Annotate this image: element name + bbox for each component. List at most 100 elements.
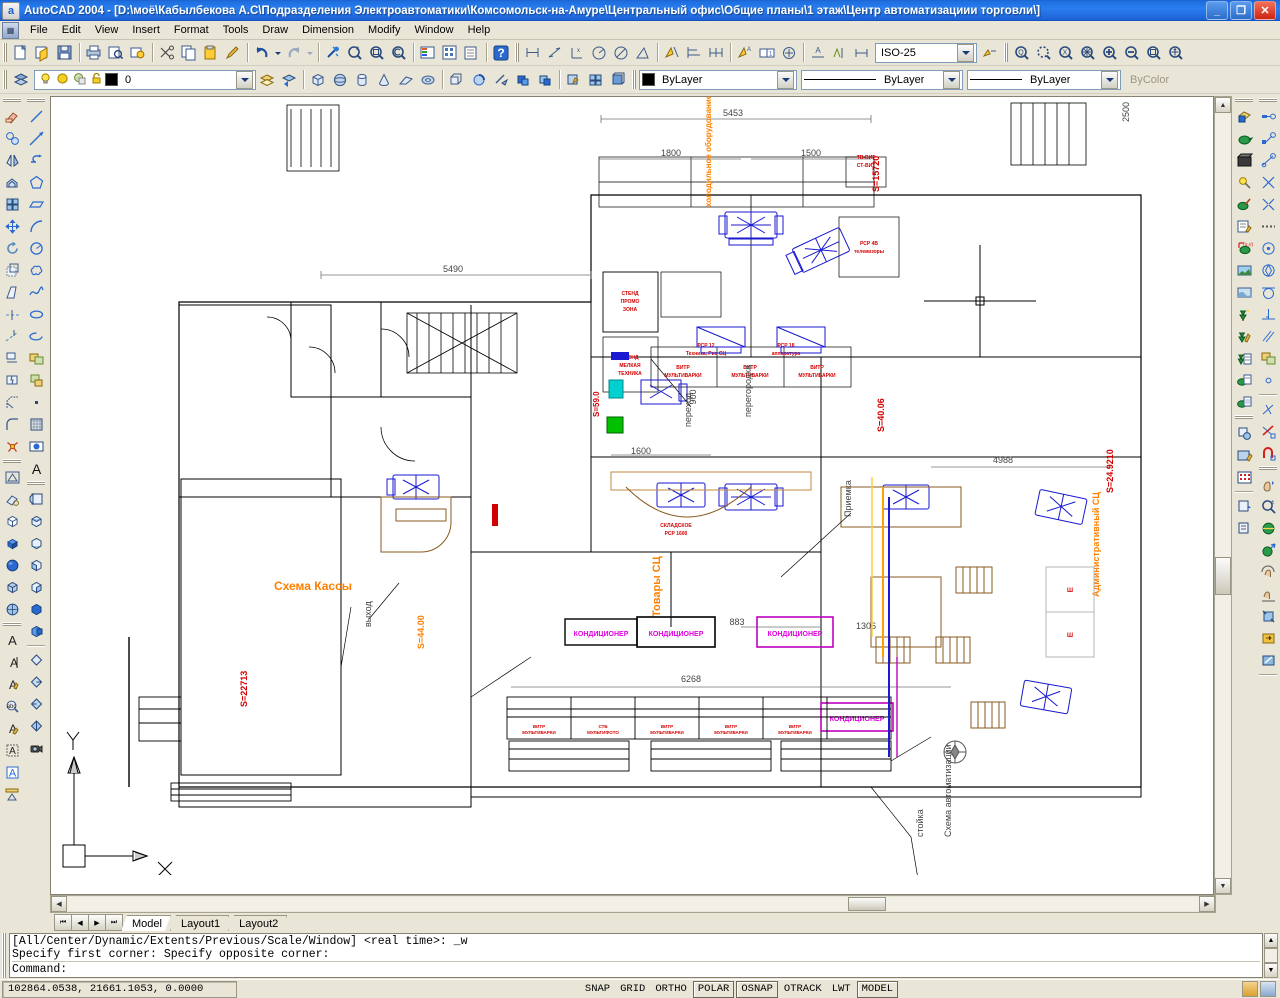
vertical-scroll-track[interactable] — [1215, 113, 1231, 878]
menu-draw[interactable]: Draw — [255, 23, 295, 37]
copy-object-button[interactable] — [1, 127, 23, 149]
diameter-dimension-button[interactable] — [610, 42, 632, 64]
lwt-toggle[interactable]: LWT — [828, 982, 855, 997]
revision-cloud-button[interactable] — [25, 259, 47, 281]
close-button[interactable]: ✕ — [1254, 1, 1276, 20]
cone-solid-button[interactable] — [373, 69, 395, 91]
ordinate-dimension-button[interactable]: x — [566, 42, 588, 64]
match-properties-button[interactable] — [222, 42, 244, 64]
layer-control-combo[interactable]: 0 — [34, 70, 256, 90]
offset-button[interactable] — [1, 171, 23, 193]
baseline-dimension-button[interactable] — [683, 42, 705, 64]
zoom-previous-button[interactable] — [388, 42, 410, 64]
new-button[interactable] — [10, 42, 32, 64]
zoom-dynamic-button[interactable] — [1033, 42, 1055, 64]
communication-center-icon[interactable] — [1242, 981, 1258, 997]
snap-tangent-button[interactable] — [1257, 281, 1279, 303]
zoom-window2-button[interactable]: Q — [1011, 42, 1033, 64]
find-replace-text-button[interactable]: abc — [1, 695, 23, 717]
make-block-button[interactable] — [25, 369, 47, 391]
layer-lock-icon[interactable] — [90, 72, 103, 88]
materials-button[interactable] — [1233, 193, 1255, 215]
zoom-extents-button[interactable] — [1165, 42, 1187, 64]
snap-intersection-button[interactable] — [1257, 171, 1279, 193]
rectangle-button[interactable] — [25, 193, 47, 215]
scale-button[interactable] — [1, 259, 23, 281]
snap-extension-button[interactable] — [1257, 215, 1279, 237]
snap-nearest-button[interactable] — [1257, 398, 1279, 420]
move-button[interactable] — [1, 215, 23, 237]
toolbar-grip[interactable] — [1235, 98, 1253, 102]
dimension-style-button[interactable] — [851, 42, 873, 64]
layer-previous-button[interactable] — [278, 69, 300, 91]
break-button[interactable] — [1, 369, 23, 391]
landscape-new-button[interactable] — [1233, 303, 1255, 325]
subtract-button[interactable] — [534, 69, 556, 91]
tab-prev-button[interactable]: ◀ — [71, 914, 89, 931]
command-text-area[interactable]: [All/Center/Dynamic/Extents/Previous/Sca… — [9, 933, 1263, 978]
render-button[interactable] — [1233, 127, 1255, 149]
menu-window[interactable]: Window — [407, 23, 460, 37]
command-scroll-track[interactable] — [1264, 948, 1278, 963]
dimension-text-edit-button[interactable] — [829, 42, 851, 64]
3d-swivel-button[interactable] — [1257, 561, 1279, 583]
external-reference-button[interactable] — [1233, 422, 1255, 444]
zoom-realtime-button[interactable]: ± — [344, 42, 366, 64]
insert-block-button[interactable] — [25, 347, 47, 369]
menu-edit[interactable]: Edit — [55, 23, 88, 37]
menu-dimension[interactable]: Dimension — [295, 23, 361, 37]
menu-tools[interactable]: Tools — [216, 23, 256, 37]
box-shaded-button[interactable] — [1, 532, 23, 554]
3d-adjust-distance-button[interactable] — [1257, 583, 1279, 605]
back-view-button[interactable] — [25, 620, 47, 642]
model-toggle[interactable]: MODEL — [857, 981, 899, 998]
layer-freeze-vp-icon[interactable] — [73, 72, 86, 88]
landscape-edit-button[interactable] — [1233, 325, 1255, 347]
arc-button[interactable] — [25, 215, 47, 237]
revolved-surface-button[interactable] — [1, 466, 23, 488]
chevron-down-icon[interactable] — [777, 71, 794, 89]
3d-orbit-side-button[interactable] — [1257, 517, 1279, 539]
toolbar-grip[interactable] — [3, 43, 7, 62]
document-control-icon[interactable]: ▦ — [2, 22, 19, 39]
menu-view[interactable]: View — [88, 23, 126, 37]
copy-button[interactable] — [178, 42, 200, 64]
snap-perpendicular-button[interactable] — [1257, 303, 1279, 325]
swiso-view-button[interactable] — [25, 649, 47, 671]
text-style-button[interactable]: A — [1, 739, 23, 761]
seiso-view-button[interactable] — [25, 671, 47, 693]
lengthen-button[interactable] — [1, 303, 23, 325]
plot-button[interactable] — [83, 42, 105, 64]
layer-freeze-icon[interactable] — [56, 72, 69, 88]
landscape-library-button[interactable] — [1233, 347, 1255, 369]
materials-library-button[interactable] — [1233, 215, 1255, 237]
chamfer-button[interactable] — [1, 391, 23, 413]
quick-dimension-button[interactable] — [661, 42, 683, 64]
sphere-shaded-button[interactable] — [1, 554, 23, 576]
spline-button[interactable] — [25, 281, 47, 303]
make-object-layer-current-button[interactable] — [256, 69, 278, 91]
image-adjust-button[interactable] — [1233, 466, 1255, 488]
snap-toggle[interactable]: SNAP — [581, 982, 614, 997]
hyperlink-button[interactable] — [322, 42, 344, 64]
plot-preview-button[interactable] — [105, 42, 127, 64]
scroll-up-button[interactable]: ▲ — [1215, 97, 1231, 113]
toolbar-grip-layers[interactable] — [3, 70, 7, 89]
box-wireframe-button[interactable] — [1, 510, 23, 532]
mapping-button[interactable]: (u,v) — [1233, 237, 1255, 259]
toolbar-grip-zoom[interactable] — [1004, 43, 1008, 62]
revolve-button[interactable] — [468, 69, 490, 91]
single-line-text-button[interactable]: A — [1, 651, 23, 673]
polyline-button[interactable] — [25, 149, 47, 171]
ortho-toggle[interactable]: ORTHO — [651, 982, 691, 997]
minimize-button[interactable]: _ — [1206, 1, 1228, 20]
aligned-dimension-button[interactable] — [544, 42, 566, 64]
mirror-button[interactable] — [1, 149, 23, 171]
linetype-control-combo[interactable]: ByLayer — [801, 70, 963, 90]
layer-properties-manager-button[interactable] — [10, 69, 32, 91]
zoom-center-button[interactable] — [1077, 42, 1099, 64]
background-button[interactable] — [1233, 259, 1255, 281]
properties-button[interactable] — [417, 42, 439, 64]
zoom-window-button[interactable] — [366, 42, 388, 64]
continue-dimension-button[interactable] — [705, 42, 727, 64]
